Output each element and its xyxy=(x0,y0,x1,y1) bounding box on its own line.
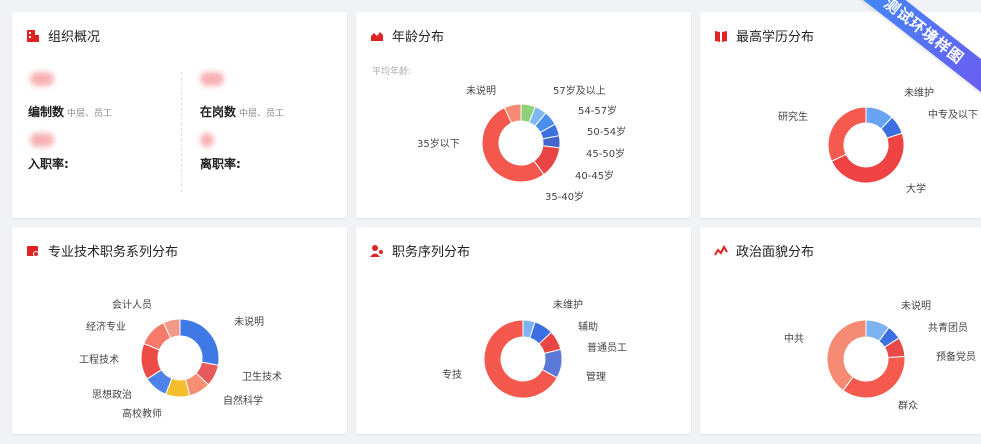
leave-rate-label: 离职率: xyxy=(200,157,241,171)
card-title: 年龄分布 xyxy=(392,30,445,45)
card-title: 政治面貌分布 xyxy=(736,245,815,260)
certificate-icon xyxy=(27,245,39,257)
age-label-45-50: 45-50岁 xyxy=(586,149,626,160)
tech-label-ideology: 思想政治 xyxy=(92,390,132,401)
political-status-distribution-card: 政治面貌分布 未说明 共青团员 中共 预备党员 群众 xyxy=(700,227,981,434)
card-header: 年龄分布 xyxy=(370,26,444,45)
card-title: 专业技术职务系列分布 xyxy=(48,245,179,260)
card-title: 职务序列分布 xyxy=(392,245,471,260)
card-title: 组织概况 xyxy=(48,30,101,45)
position-sequence-donut-chart[interactable] xyxy=(483,319,563,399)
edu-label-university: 大学 xyxy=(906,184,926,195)
tech-label-engineering: 工程技术 xyxy=(79,355,119,366)
tech-label-unspecified: 未说明 xyxy=(234,317,264,328)
redacted-value xyxy=(30,133,54,147)
tech-label-health: 卫生技术 xyxy=(242,372,282,383)
donut-slice-研究生[interactable] xyxy=(827,106,867,162)
redacted-value xyxy=(200,72,224,86)
staffing-count-label: 编制数 中层、员工 xyxy=(28,105,113,119)
card-header: 组织概况 xyxy=(26,26,100,45)
card-title: 最高学历分布 xyxy=(736,30,815,45)
trend-icon xyxy=(714,244,728,256)
age-label-35-40: 35-40岁 xyxy=(545,192,585,203)
tech-label-accountant: 会计人员 xyxy=(112,300,152,311)
duty-label-general-staff: 普通员工 xyxy=(587,343,627,354)
politic-label-probationary: 预备党员 xyxy=(936,352,976,363)
education-donut-chart[interactable] xyxy=(827,105,905,185)
age-label-50-54: 50-54岁 xyxy=(587,127,627,138)
donut-slice-未说明[interactable] xyxy=(179,318,220,366)
edu-label-secondary: 中专及以下 xyxy=(928,110,978,121)
politic-label-masses: 群众 xyxy=(898,401,918,412)
age-donut-chart[interactable] xyxy=(481,103,561,183)
technical-title-donut-chart[interactable] xyxy=(140,318,220,398)
org-icon xyxy=(27,29,39,42)
org-overview-card: 组织概况 编制数 中层、员工 在岗数 中层、员工 入职率: 离职率: xyxy=(12,12,347,218)
tech-label-university-teacher: 高校教师 xyxy=(122,409,162,420)
entry-rate-label: 入职率: xyxy=(28,157,69,171)
edu-label-unmaintained: 未维护 xyxy=(904,88,934,99)
position-sequence-distribution-card: 职务序列分布 未维护 辅助 普通员工 管理 专技 xyxy=(356,227,691,434)
card-header: 最高学历分布 xyxy=(714,26,814,45)
book-icon xyxy=(715,30,727,42)
onduty-count-label: 在岗数 中层、员工 xyxy=(200,105,285,119)
card-header: 专业技术职务系列分布 xyxy=(26,241,178,260)
age-label-54-57: 54-57岁 xyxy=(578,106,618,117)
redacted-value xyxy=(200,133,214,147)
tech-label-science: 自然科学 xyxy=(223,396,263,407)
politic-label-youth-league: 共青团员 xyxy=(928,323,968,334)
political-status-donut-chart[interactable] xyxy=(826,319,906,399)
duty-label-auxiliary: 辅助 xyxy=(578,322,598,333)
age-distribution-card: 年龄分布 平均年龄: 未说明 57岁及以上 54-57岁 50-54岁 45-5… xyxy=(356,12,691,218)
technical-title-distribution-card: 专业技术职务系列分布 会计人员 未说明 经济专业 工程技术 卫生技术 自然科学 … xyxy=(12,227,347,434)
tech-label-economics: 经济专业 xyxy=(86,322,126,333)
duty-label-professional: 专技 xyxy=(442,370,462,381)
age-label-unspecified: 未说明 xyxy=(466,86,496,97)
people-icon xyxy=(370,244,383,257)
average-age-label: 平均年龄: xyxy=(372,67,412,77)
age-label-57plus: 57岁及以上 xyxy=(553,86,606,97)
politic-label-unspecified: 未说明 xyxy=(901,301,931,312)
age-label-under35: 35岁以下 xyxy=(417,139,460,150)
redacted-value xyxy=(30,72,54,86)
politic-label-communist: 中共 xyxy=(784,334,804,345)
age-label-40-45: 40-45岁 xyxy=(575,171,615,182)
area-chart-icon xyxy=(371,31,383,41)
divider xyxy=(181,72,182,192)
duty-label-unmaintained: 未维护 xyxy=(553,300,583,311)
card-header: 政治面貌分布 xyxy=(714,241,814,260)
duty-label-management: 管理 xyxy=(586,372,606,383)
card-header: 职务序列分布 xyxy=(370,241,470,260)
edu-label-graduate: 研究生 xyxy=(778,112,808,123)
